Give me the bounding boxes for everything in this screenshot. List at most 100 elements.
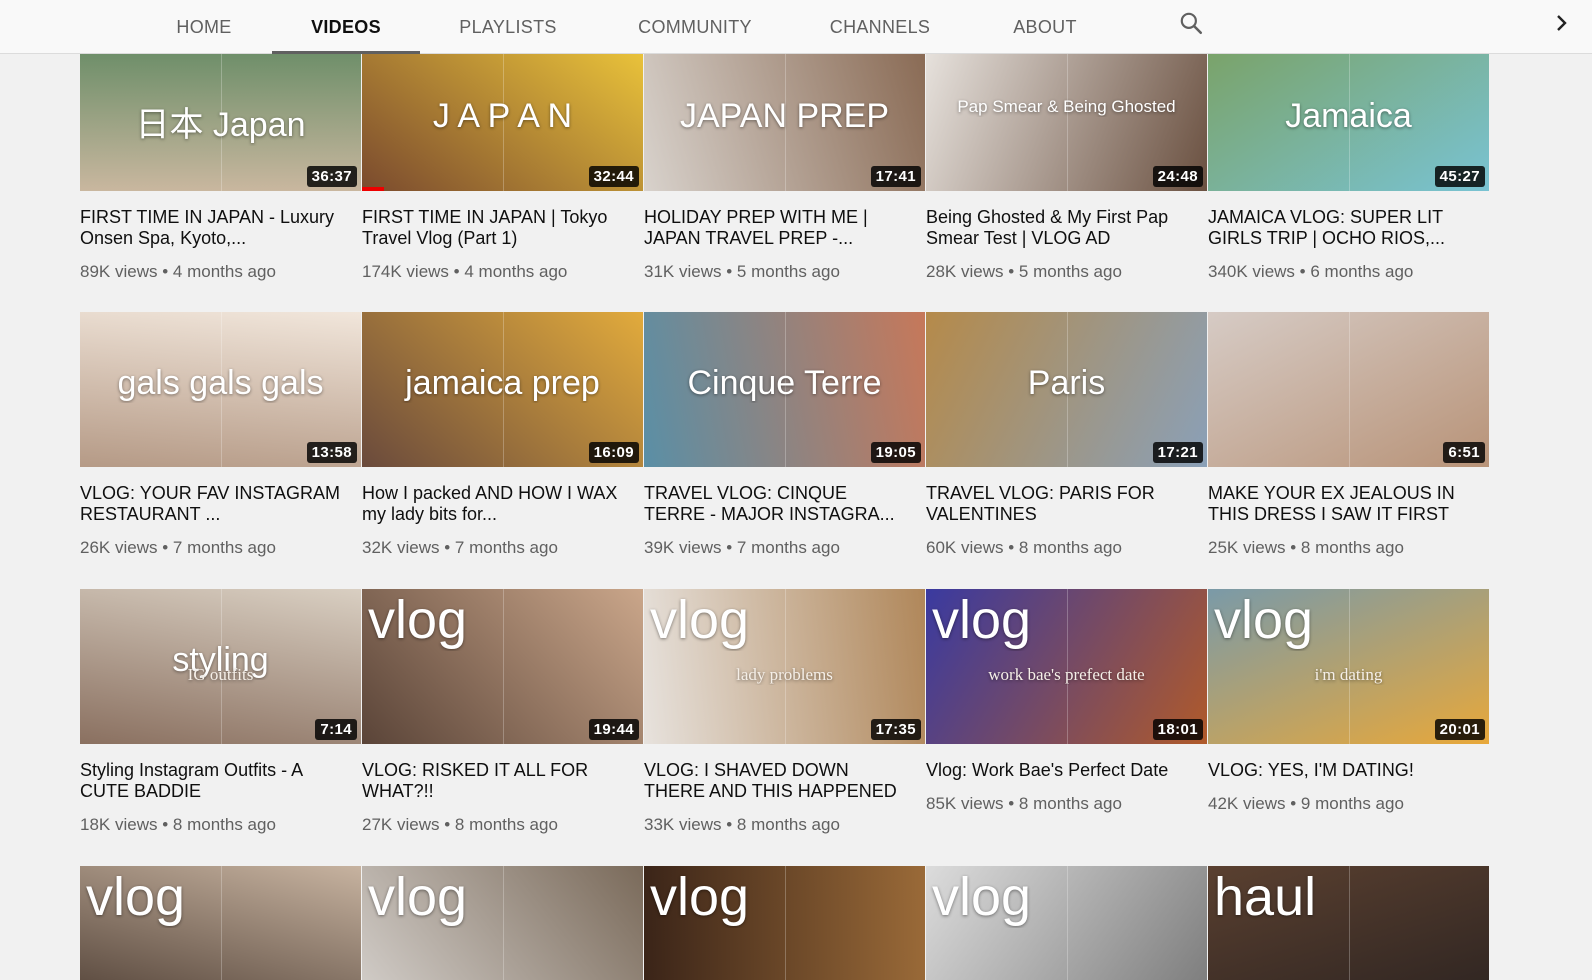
video-duration-badge: 20:01 [1434, 719, 1485, 740]
video-meta: 33K views • 8 months ago [644, 815, 925, 835]
thumbnail-title-text: Pap Smear & Being Ghosted [957, 96, 1176, 116]
upload-age: 8 months ago [454, 815, 558, 834]
video-thumbnail[interactable]: vlog [80, 866, 361, 980]
thumbnail-title-text: vlog [86, 867, 186, 927]
tab-community[interactable]: COMMUNITY [636, 0, 754, 54]
meta-separator: • [162, 262, 173, 281]
thumbnail-title-text: jamaica prep [405, 363, 600, 402]
video-title[interactable]: VLOG: RISKED IT ALL FOR WHAT?!! [362, 760, 643, 802]
video-thumbnail[interactable]: vlog i'm dating 20:01 [1208, 589, 1489, 744]
meta-separator: • [1290, 538, 1301, 557]
video-meta: 28K views • 5 months ago [926, 262, 1207, 282]
video-thumbnail[interactable]: Cinque Terre 19:05 [644, 312, 925, 467]
video-thumbnail[interactable]: vlog [362, 866, 643, 980]
video-title[interactable]: MAKE YOUR EX JEALOUS IN THIS DRESS I SAW… [1208, 483, 1489, 525]
video-card[interactable]: 6:51 MAKE YOUR EX JEALOUS IN THIS DRESS I… [1208, 312, 1489, 558]
thumbnail-title-text: 日本 Japan [135, 105, 306, 144]
video-title[interactable]: HOLIDAY PREP WITH ME | JAPAN TRAVEL PREP… [644, 207, 925, 249]
thumbnail-subtitle-text: IG outfits [187, 664, 254, 684]
video-card[interactable]: vlog i'm dating 20:01 VLOG: YES, I'M DATING… [1208, 589, 1489, 814]
video-card[interactable]: vlog [362, 866, 643, 980]
video-card[interactable]: JAPAN PREP 17:41 HOLIDAY PREP WITH ME | JA… [644, 54, 925, 282]
video-meta: 85K views • 8 months ago [926, 794, 1207, 814]
video-card[interactable]: 日本 Japan 36:37 FIRST TIME IN JAPAN - Luxur… [80, 54, 361, 282]
meta-separator: • [726, 538, 737, 557]
video-thumbnail[interactable]: J A P A N 32:44 [362, 54, 643, 191]
video-card[interactable]: Pap Smear & Being Ghosted 24:48 Being Ghos… [926, 54, 1207, 282]
video-meta: 31K views • 5 months ago [644, 262, 925, 282]
thumbnail-title-text: gals gals gals [117, 363, 324, 402]
video-thumbnail[interactable]: vlog work bae's prefect date 18:01 [926, 589, 1207, 744]
meta-separator: • [162, 538, 173, 557]
video-title[interactable]: VLOG: I SHAVED DOWN THERE AND THIS HAPPE… [644, 760, 925, 802]
video-title[interactable]: TRAVEL VLOG: PARIS FOR VALENTINES [926, 483, 1207, 525]
tab-playlists[interactable]: PLAYLISTS [456, 0, 560, 54]
video-card[interactable]: J A P A N 32:44 FIRST TIME IN JAPAN | Toky… [362, 54, 643, 282]
video-card[interactable]: vlog [80, 866, 361, 980]
tab-channels[interactable]: CHANNELS [830, 0, 930, 54]
video-meta: 340K views • 6 months ago [1208, 262, 1489, 282]
tabs-scroll-right-button[interactable] [1548, 8, 1574, 38]
video-meta: 174K views • 4 months ago [362, 262, 643, 282]
view-count: 27K views [362, 815, 440, 834]
video-card[interactable]: vlog 19:44 VLOG: RISKED IT ALL FOR WHAT?!!… [362, 589, 643, 835]
video-card[interactable]: Paris 17:21 TRAVEL VLOG: PARIS FOR VALENTI… [926, 312, 1207, 558]
meta-separator: • [162, 815, 173, 834]
video-card[interactable]: vlog [644, 866, 925, 980]
video-thumbnail[interactable]: Pap Smear & Being Ghosted 24:48 [926, 54, 1207, 191]
video-title[interactable]: Being Ghosted & My First Pap Smear Test … [926, 207, 1207, 249]
video-card[interactable]: vlog work bae's prefect date 18:01 Vlog: Wo… [926, 589, 1207, 814]
video-title[interactable]: JAMAICA VLOG: SUPER LIT GIRLS TRIP | OCH… [1208, 207, 1489, 249]
video-title[interactable]: TRAVEL VLOG: CINQUE TERRE - MAJOR INSTAG… [644, 483, 925, 525]
video-thumbnail[interactable]: Paris 17:21 [926, 312, 1207, 467]
video-card[interactable]: jamaica prep 16:09 How I packed AND HOW I … [362, 312, 643, 558]
upload-age: 7 months ago [172, 538, 276, 557]
tab-home[interactable]: HOME [168, 0, 240, 54]
video-duration-badge: 32:44 [588, 166, 639, 187]
tab-videos[interactable]: VIDEOS [272, 0, 420, 54]
video-duration-badge: 36:37 [306, 166, 357, 187]
video-thumbnail[interactable]: JAPAN PREP 17:41 [644, 54, 925, 191]
video-card[interactable]: gals gals gals 13:58 VLOG: YOUR FAV INSTAG… [80, 312, 361, 558]
view-count: 85K views [926, 794, 1004, 813]
video-thumbnail[interactable]: styling IG outfits 7:14 [80, 589, 361, 744]
meta-separator: • [1008, 262, 1019, 281]
video-card[interactable]: Jamaica 45:27 JAMAICA VLOG: SUPER LIT GIRL… [1208, 54, 1489, 282]
upload-age: 7 months ago [454, 538, 558, 557]
video-duration-badge: 16:09 [588, 442, 639, 463]
video-thumbnail[interactable]: haul [1208, 866, 1489, 980]
video-duration-badge: 17:41 [870, 166, 921, 187]
video-thumbnail[interactable]: vlog [926, 866, 1207, 980]
thumbnail-title-text: vlog [932, 590, 1032, 650]
upload-age: 9 months ago [1300, 794, 1404, 813]
video-title[interactable]: FIRST TIME IN JAPAN - Luxury Onsen Spa, … [80, 207, 361, 249]
video-thumbnail[interactable]: 日本 Japan 36:37 [80, 54, 361, 191]
thumbnail-title-text: haul [1214, 867, 1317, 927]
upload-age: 8 months ago [172, 815, 276, 834]
channel-search-button[interactable] [1176, 8, 1206, 38]
thumbnail-title-text: vlog [650, 590, 750, 650]
video-title[interactable]: Styling Instagram Outfits - A CUTE BADDI… [80, 760, 361, 802]
video-card[interactable]: haul [1208, 866, 1489, 980]
video-card[interactable]: Cinque Terre 19:05 TRAVEL VLOG: CINQUE TER… [644, 312, 925, 558]
video-card[interactable]: vlog lady problems 17:35 VLOG: I SHAVED DOW… [644, 589, 925, 835]
video-thumbnail[interactable]: jamaica prep 16:09 [362, 312, 643, 467]
video-thumbnail[interactable]: Jamaica 45:27 [1208, 54, 1489, 191]
meta-separator: • [726, 262, 737, 281]
video-title[interactable]: VLOG: YOUR FAV INSTAGRAM RESTAURANT ... [80, 483, 361, 525]
video-title[interactable]: FIRST TIME IN JAPAN | Tokyo Travel Vlog … [362, 207, 643, 249]
video-thumbnail[interactable]: vlog 19:44 [362, 589, 643, 744]
video-meta: 60K views • 8 months ago [926, 538, 1207, 558]
view-count: 39K views [644, 538, 722, 557]
video-thumbnail[interactable]: 6:51 [1208, 312, 1489, 467]
upload-age: 6 months ago [1310, 262, 1414, 281]
video-card[interactable]: vlog [926, 866, 1207, 980]
video-thumbnail[interactable]: gals gals gals 13:58 [80, 312, 361, 467]
tab-about[interactable]: ABOUT [1010, 0, 1080, 54]
video-card[interactable]: styling IG outfits 7:14 Styling Instagram O… [80, 589, 361, 835]
video-thumbnail[interactable]: vlog [644, 866, 925, 980]
video-thumbnail[interactable]: vlog lady problems 17:35 [644, 589, 925, 744]
thumbnail-title-text: vlog [1214, 590, 1314, 650]
video-title[interactable]: How I packed AND HOW I WAX my lady bits … [362, 483, 643, 525]
thumbnail-title-text: vlog [932, 867, 1032, 927]
